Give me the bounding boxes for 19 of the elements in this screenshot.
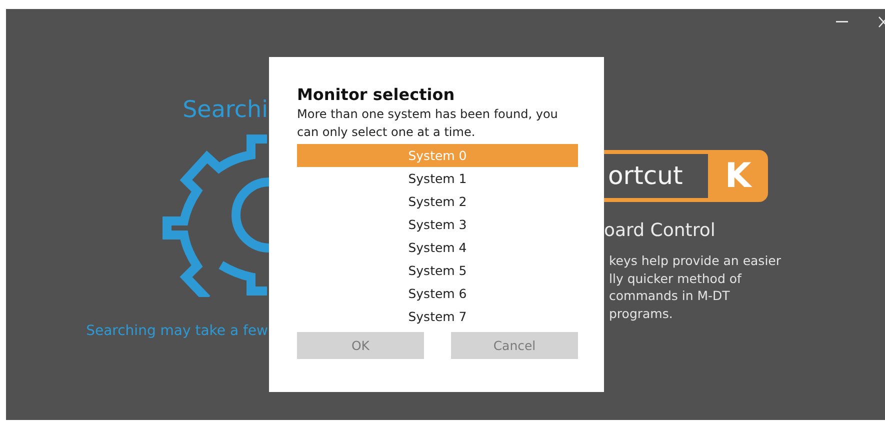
shortcut-logo: ortcut K [604, 150, 768, 202]
section-title: oard Control [604, 219, 716, 243]
close-icon[interactable] [878, 16, 885, 28]
system-item[interactable]: System 2 [297, 190, 578, 213]
searching-heading: Searchi [182, 96, 268, 125]
dialog-message: More than one system has been found, you can only select one at a time. [297, 106, 559, 141]
system-item[interactable]: System 4 [297, 236, 578, 259]
system-item[interactable]: System 5 [297, 259, 578, 282]
description-line: commands in M-DT [609, 287, 731, 304]
system-item[interactable]: System 7 [297, 305, 578, 328]
description-line: keys help provide an easier [609, 252, 781, 270]
system-item[interactable]: System 3 [297, 213, 578, 236]
minimize-icon[interactable] [836, 21, 848, 23]
searching-note: Searching may take a few [86, 322, 268, 340]
system-item[interactable]: System 6 [297, 282, 578, 305]
system-item[interactable]: System 1 [297, 167, 578, 190]
dialog-title: Monitor selection [297, 85, 456, 105]
description-line: programs. [609, 304, 674, 322]
description-line: lly quicker method of [609, 270, 743, 287]
